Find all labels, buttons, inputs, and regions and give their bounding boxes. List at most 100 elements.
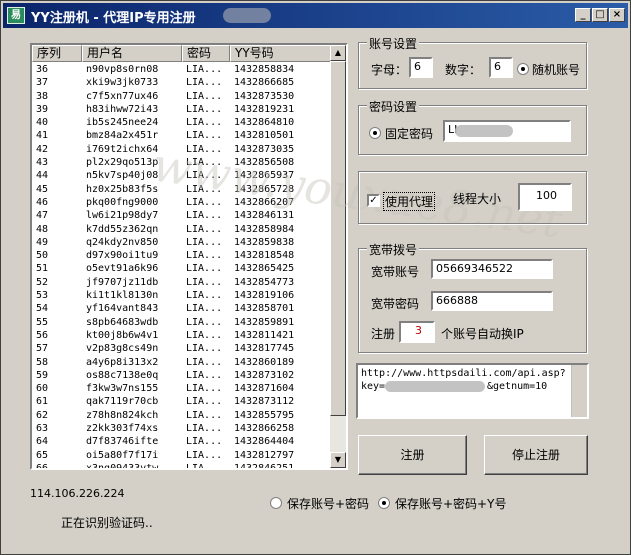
- use-proxy-checkbox[interactable]: ✓: [367, 194, 380, 207]
- api-url-textarea[interactable]: http://www.httpsdaili.com/api.asp? key= …: [356, 363, 589, 419]
- row-username: oi5a80f7f17i: [86, 449, 159, 461]
- row-yy-number: 1432873112: [234, 396, 295, 408]
- scroll-thumb[interactable]: [330, 61, 346, 416]
- table-row[interactable]: 37 xki9w3jk0733 LIA... 1432866685: [32, 76, 332, 89]
- row-password: LIA...: [186, 276, 223, 288]
- digits-count-input[interactable]: 6: [489, 57, 513, 78]
- row-yy-number: 1432865728: [234, 183, 295, 195]
- broadband-account-input[interactable]: 05669346522: [431, 259, 553, 279]
- api-url-line1: http://www.httpsdaili.com/api.asp?: [361, 368, 566, 379]
- random-account-radio[interactable]: [517, 63, 529, 75]
- table-row[interactable]: 61 qak7119r70cb LIA... 1432873112: [32, 395, 332, 408]
- table-row[interactable]: 45 hz0x25b83f5s LIA... 1432865728: [32, 183, 332, 196]
- row-password: LIA...: [186, 210, 223, 222]
- column-header-index[interactable]: 序列: [32, 45, 82, 62]
- table-row[interactable]: 65 oi5a80f7f17i LIA... 1432812797: [32, 449, 332, 462]
- api-textarea-scrollbar[interactable]: [571, 365, 587, 417]
- table-row[interactable]: 62 z78h8n824kch LIA... 1432855795: [32, 409, 332, 422]
- row-password: LIA...: [186, 143, 223, 155]
- table-row[interactable]: 41 bmz84a2x451r LIA... 1432810501: [32, 129, 332, 142]
- table-row[interactable]: 40 ib5s245nee24 LIA... 1432864810: [32, 116, 332, 129]
- random-account-label: 随机账号: [532, 63, 581, 77]
- close-button[interactable]: ×: [609, 8, 625, 22]
- row-index: 61: [36, 396, 49, 408]
- table-row[interactable]: 46 pkq00fng9000 LIA... 1432866207: [32, 196, 332, 209]
- password-settings-title: 密码设置: [367, 98, 420, 115]
- table-row[interactable]: 44 n5kv7sp40j08 LIA... 1432865937: [32, 169, 332, 182]
- table-row[interactable]: 57 v2p83g8cs49n LIA... 1432817745: [32, 342, 332, 355]
- use-proxy-label[interactable]: 使用代理: [383, 192, 436, 211]
- account-list[interactable]: 序列 用户名 密码 YY号码 36 n90vp8s0rn08 LIA... 14328…: [30, 43, 348, 470]
- row-yy-number: 1432859891: [234, 316, 295, 328]
- row-password: LIA...: [186, 329, 223, 341]
- save-account-password-yy-radio[interactable]: [378, 497, 390, 509]
- table-row[interactable]: 56 kt00j8b6w4v1 LIA... 1432811421: [32, 329, 332, 342]
- save-account-password-yy-label: 保存账号+密码+Y号: [395, 497, 507, 511]
- row-index: 41: [36, 130, 49, 142]
- table-row[interactable]: 63 z2kk303f74xs LIA... 1432866258: [32, 422, 332, 435]
- maximize-button[interactable]: □: [592, 8, 608, 22]
- table-row[interactable]: 58 a4y6p8i313x2 LIA... 1432860189: [32, 356, 332, 369]
- table-row[interactable]: 36 n90vp8s0rn08 LIA... 1432858834: [32, 63, 332, 76]
- table-row[interactable]: 47 lw6i21p98dy7 LIA... 1432846131: [32, 209, 332, 222]
- table-row[interactable]: 42 i769t2ichx64 LIA... 1432873035: [32, 143, 332, 156]
- fixed-password-radio[interactable]: [369, 127, 381, 139]
- row-index: 49: [36, 236, 49, 248]
- row-password: LIA...: [186, 90, 223, 102]
- table-row[interactable]: 39 h83ihww72i43 LIA... 1432819231: [32, 103, 332, 116]
- scroll-down-arrow-icon[interactable]: ▼: [330, 452, 346, 468]
- broadband-password-input[interactable]: 666888: [431, 291, 553, 311]
- threads-input[interactable]: 100: [518, 183, 572, 211]
- row-username: ki1t1kl8130n: [86, 290, 159, 302]
- table-row[interactable]: 53 ki1t1kl8130n LIA... 1432819106: [32, 289, 332, 302]
- table-row[interactable]: 64 d7f83746ifte LIA... 1432864404: [32, 435, 332, 448]
- row-password: LIA...: [186, 290, 223, 302]
- row-password: LIA...: [186, 196, 223, 208]
- row-password: LIA...: [186, 130, 223, 142]
- register-count-input[interactable]: 3: [399, 321, 435, 343]
- row-index: 45: [36, 183, 49, 195]
- row-yy-number: 1432811421: [234, 329, 295, 341]
- table-row[interactable]: 66 x3ng09433ytw LIA... 1432846251: [32, 462, 332, 470]
- row-username: z78h8n824kch: [86, 409, 159, 421]
- scroll-up-arrow-icon[interactable]: ▲: [330, 45, 346, 61]
- table-row[interactable]: 38 c7f5xn77ux46 LIA... 1432873530: [32, 90, 332, 103]
- table-row[interactable]: 48 k7dd55z362qn LIA... 1432858984: [32, 223, 332, 236]
- fixed-password-label: 固定密码: [385, 127, 434, 141]
- row-password: LIA...: [186, 423, 223, 435]
- stop-register-button[interactable]: 停止注册: [484, 435, 588, 475]
- list-scrollbar[interactable]: ▲ ▼: [330, 45, 346, 468]
- api-url-key-suffix: &getnum=10: [487, 381, 548, 392]
- column-header-yy-number[interactable]: YY号码: [230, 45, 332, 62]
- table-row[interactable]: 43 pl2x29qo513p LIA... 1432856508: [32, 156, 332, 169]
- table-row[interactable]: 51 o5evt91a6k96 LIA... 1432865425: [32, 262, 332, 275]
- row-yy-number: 1432860189: [234, 356, 295, 368]
- save-account-password-radio[interactable]: [270, 497, 282, 509]
- redacted-title-area: [223, 8, 271, 23]
- table-row[interactable]: 60 f3kw3w7ns155 LIA... 1432871604: [32, 382, 332, 395]
- row-index: 38: [36, 90, 49, 102]
- register-button[interactable]: 注册: [358, 435, 467, 475]
- minimize-button[interactable]: _: [575, 8, 591, 22]
- title-bar[interactable]: 易 YY注册机 - 代理IP专用注册 _ □ ×: [3, 3, 628, 28]
- row-username: i769t2ichx64: [86, 143, 159, 155]
- column-header-username[interactable]: 用户名: [82, 45, 182, 62]
- table-row[interactable]: 54 yf164vant843 LIA... 1432858701: [32, 302, 332, 315]
- row-index: 57: [36, 343, 49, 355]
- row-index: 60: [36, 383, 49, 395]
- row-yy-number: 1432858834: [234, 64, 295, 75]
- row-index: 65: [36, 449, 49, 461]
- table-row[interactable]: 50 d97x90oi1tu9 LIA... 1432818548: [32, 249, 332, 262]
- row-index: 39: [36, 103, 49, 115]
- letters-count-input[interactable]: 6: [409, 57, 433, 78]
- table-row[interactable]: 49 q24kdy2nv850 LIA... 1432859838: [32, 236, 332, 249]
- row-yy-number: 1432810501: [234, 130, 295, 142]
- row-yy-number: 1432846251: [234, 462, 295, 470]
- table-row[interactable]: 55 s8pb64683wdb LIA... 1432859891: [32, 316, 332, 329]
- table-row[interactable]: 59 os88c7138e0q LIA... 1432873102: [32, 369, 332, 382]
- column-header-password[interactable]: 密码: [182, 45, 230, 62]
- row-index: 66: [36, 462, 49, 470]
- table-row[interactable]: 52 jf9707jz11db LIA... 1432854773: [32, 276, 332, 289]
- row-index: 50: [36, 250, 49, 262]
- redacted-api-key: [385, 381, 485, 392]
